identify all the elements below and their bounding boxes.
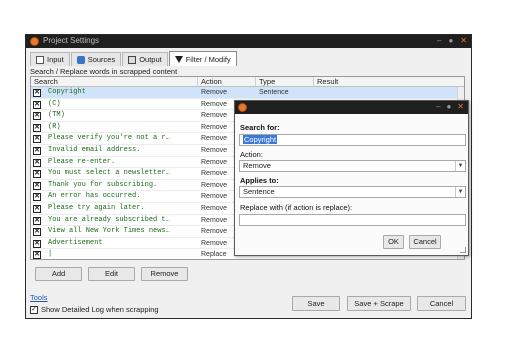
- replace-with-label: Replace with (if action is replace):: [240, 203, 353, 212]
- column-header-action[interactable]: Action: [198, 77, 256, 87]
- edit-button[interactable]: Edit: [88, 267, 135, 281]
- detailed-log-label: Show Detailed Log when scrapping: [41, 305, 159, 314]
- tab-label: Output: [139, 55, 162, 64]
- dialog-cancel-button[interactable]: Cancel: [409, 235, 441, 249]
- dialog-controls: – ● ✕: [436, 102, 464, 111]
- window-title: Project Settings: [43, 36, 100, 45]
- app-logo-icon: [30, 37, 39, 46]
- applies-to-select[interactable]: Sentence ▼: [239, 186, 466, 198]
- search-cell: An error has occurred.: [48, 192, 141, 201]
- search-cell: Thank you for subscribing.: [48, 180, 158, 189]
- search-cell: You must select a newsletter…: [48, 169, 170, 178]
- save-scrape-button[interactable]: Save + Scrape: [347, 296, 411, 311]
- row-checkbox[interactable]: ✕: [33, 239, 41, 248]
- replace-with-input[interactable]: [239, 214, 466, 226]
- filter-icon: [174, 55, 183, 63]
- search-cell: Please re-enter.: [48, 157, 116, 166]
- search-cell: Please verify you're not a r…: [48, 134, 170, 143]
- maximize-icon[interactable]: ●: [446, 102, 451, 111]
- action-select[interactable]: Remove ▼: [239, 160, 466, 172]
- checkmark-icon[interactable]: ✓: [30, 305, 38, 314]
- action-label: Action:: [240, 150, 263, 159]
- row-checkbox[interactable]: ✕: [33, 228, 41, 237]
- ok-button[interactable]: OK: [383, 235, 404, 249]
- column-header-type[interactable]: Type: [256, 77, 314, 87]
- search-cell: Please try again later.: [48, 204, 145, 212]
- tab-bar: Input Sources Output Filter / Modify: [30, 51, 238, 66]
- input-icon: [36, 55, 44, 64]
- chevron-down-icon[interactable]: ▼: [455, 187, 465, 197]
- row-checkbox[interactable]: ✕: [33, 135, 41, 144]
- search-cell: Advertisement: [48, 238, 103, 247]
- applies-to-label: Applies to:: [240, 176, 279, 185]
- table-row[interactable]: ✕ Copyright Remove Sentence: [31, 87, 464, 99]
- search-cell: (TM): [48, 111, 65, 120]
- action-value: Remove: [243, 161, 271, 170]
- dialog-title-bar[interactable]: – ● ✕: [235, 101, 468, 114]
- tab-filter-modify[interactable]: Filter / Modify: [168, 51, 237, 66]
- close-icon[interactable]: ✕: [460, 36, 467, 45]
- search-cell: Invalid email address.: [48, 146, 141, 154]
- edit-rule-dialog: – ● ✕ Search for: Copyright Action: Remo…: [234, 100, 469, 256]
- resize-grip-icon[interactable]: [460, 247, 466, 253]
- row-checkbox[interactable]: ✕: [33, 89, 41, 97]
- search-cell: Copyright: [48, 88, 86, 96]
- search-cell: View all New York Times news…: [48, 227, 170, 236]
- row-checkbox[interactable]: ✕: [33, 205, 41, 213]
- title-bar[interactable]: Project Settings – ● ✕: [26, 35, 471, 48]
- row-checkbox[interactable]: ✕: [33, 251, 41, 259]
- app-logo-icon: [238, 103, 247, 112]
- row-checkbox[interactable]: ✕: [33, 158, 41, 167]
- tab-sources[interactable]: Sources: [70, 52, 122, 66]
- column-header-search[interactable]: Search: [31, 77, 198, 87]
- row-checkbox[interactable]: ✕: [33, 112, 41, 121]
- row-checkbox[interactable]: ✕: [33, 147, 41, 155]
- cancel-button[interactable]: Cancel: [417, 296, 466, 311]
- detailed-log-checkbox[interactable]: ✓ Show Detailed Log when scrapping: [30, 305, 159, 314]
- row-checkbox[interactable]: ✕: [33, 181, 41, 190]
- search-for-input[interactable]: Copyright: [239, 134, 466, 146]
- minimize-icon[interactable]: –: [437, 36, 441, 45]
- search-cell: (R): [48, 122, 61, 131]
- table-header: Search Action Type Result: [31, 77, 464, 87]
- tab-label: Input: [47, 55, 64, 64]
- remove-button[interactable]: Remove: [141, 267, 188, 281]
- search-cell: (C): [48, 99, 61, 108]
- maximize-icon[interactable]: ●: [448, 36, 453, 45]
- add-button[interactable]: Add: [35, 267, 82, 281]
- row-checkbox[interactable]: ✕: [33, 193, 41, 202]
- sources-icon: [76, 55, 85, 64]
- search-cell: You are already subscribed t…: [48, 215, 170, 224]
- tools-link[interactable]: Tools: [30, 293, 48, 302]
- window-controls: – ● ✕: [437, 36, 467, 45]
- section-label: Search / Replace words in scrapped conte…: [30, 67, 178, 76]
- close-icon[interactable]: ✕: [457, 102, 464, 111]
- row-checkbox[interactable]: ✕: [33, 170, 41, 179]
- row-checkbox[interactable]: ✕: [33, 123, 41, 132]
- applies-to-value: Sentence: [243, 187, 275, 196]
- output-icon: [128, 55, 137, 64]
- column-header-result[interactable]: Result: [314, 77, 459, 87]
- type-cell: Sentence: [259, 89, 289, 96]
- search-for-label: Search for:: [240, 123, 280, 132]
- action-cell: Remove: [201, 89, 228, 96]
- minimize-icon[interactable]: –: [436, 102, 440, 111]
- search-for-value: Copyright: [243, 135, 278, 144]
- row-checkbox[interactable]: ✕: [33, 216, 41, 225]
- tab-label: Sources: [87, 55, 116, 64]
- chevron-down-icon[interactable]: ▼: [455, 161, 465, 171]
- tab-label: Filter / Modify: [185, 54, 231, 64]
- tab-output[interactable]: Output: [122, 52, 168, 66]
- save-button[interactable]: Save: [292, 296, 340, 311]
- row-checkbox[interactable]: ✕: [33, 100, 41, 109]
- tab-input[interactable]: Input: [30, 52, 70, 66]
- search-cell: |: [48, 250, 53, 259]
